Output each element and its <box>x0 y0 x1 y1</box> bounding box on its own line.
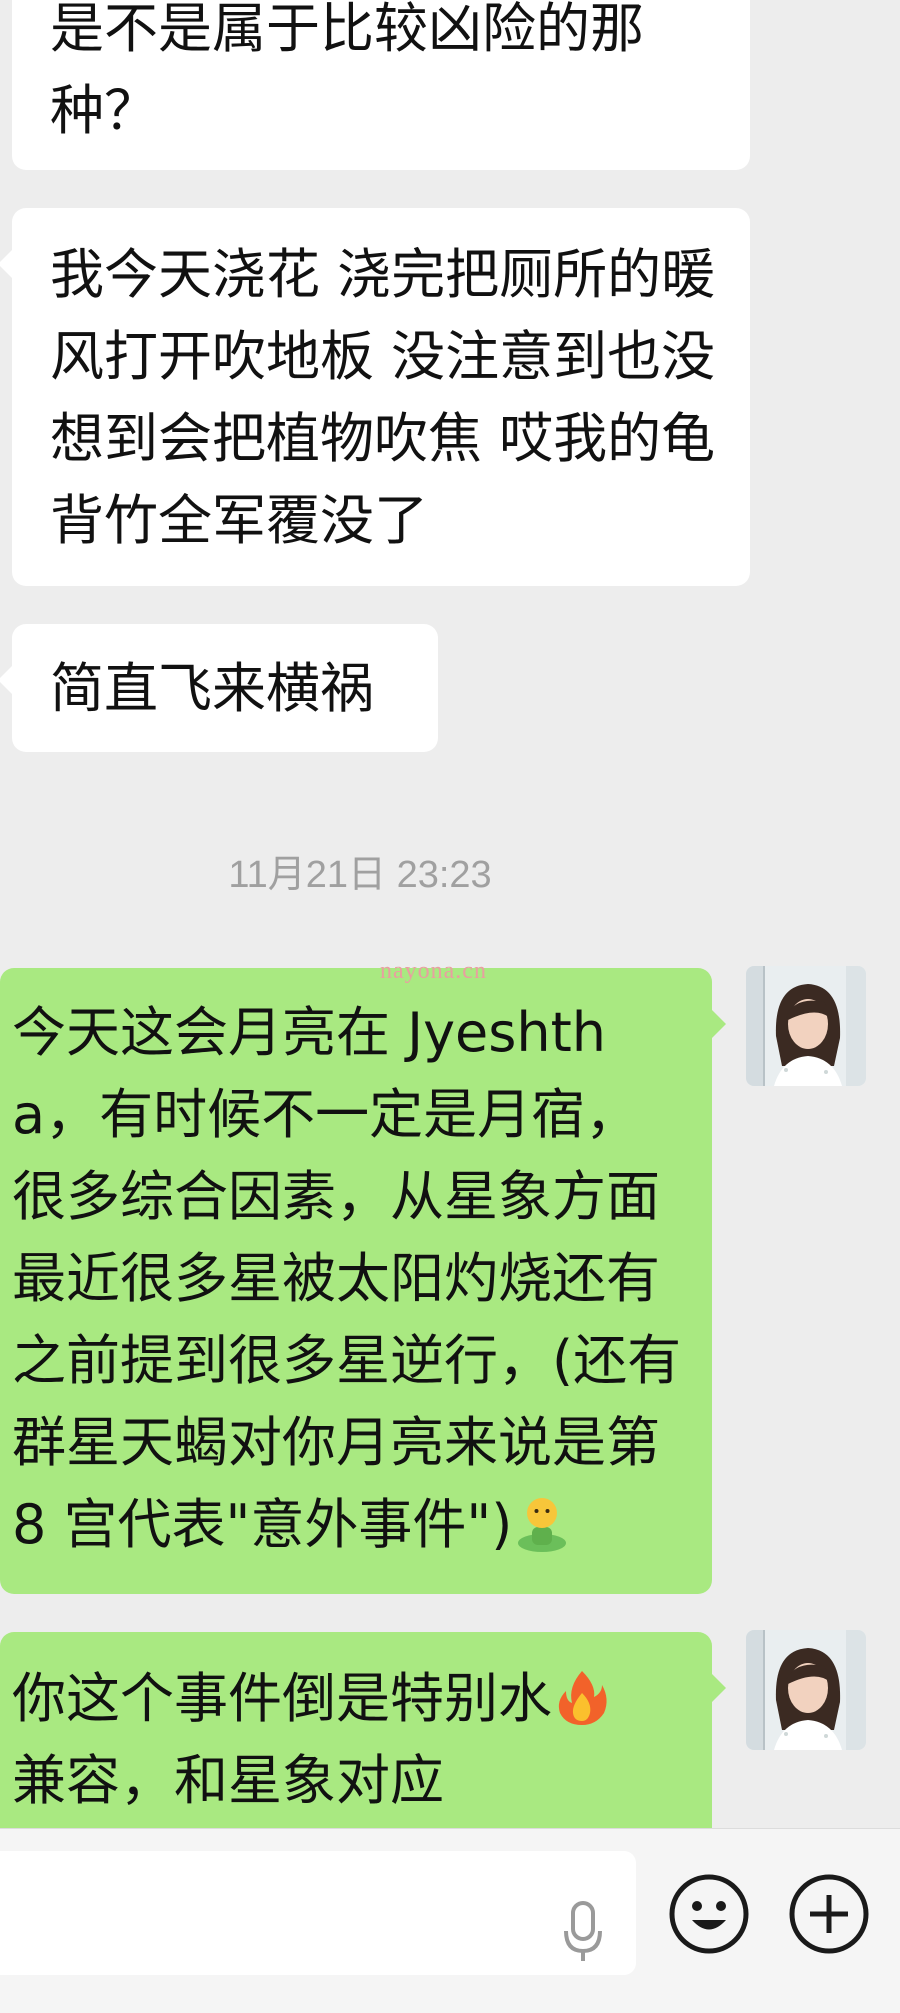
outgoing-message[interactable]: 今天这会月亮在 Jyeshtha，有时候不一定是月宿，很多综合因素，从星象方面最… <box>0 968 726 1594</box>
chat-message-list[interactable]: 是不是属于比较凶险的那种？ 我今天浇花 浇完把厕所的暖风打开吹地板 没注意到也没… <box>0 0 900 1828</box>
message-text: 兼容，和星象对应 <box>12 1749 444 1812</box>
plus-circle-icon[interactable] <box>788 1873 870 1955</box>
microphone-icon[interactable] <box>558 1891 608 1971</box>
incoming-message[interactable]: 我今天浇花 浇完把厕所的暖风打开吹地板 没注意到也没想到会把植物吹焦 哎我的龟背… <box>0 208 750 586</box>
smiley-face-icon[interactable] <box>668 1873 750 1955</box>
message-timestamp: 11月21日 23:23 <box>228 854 492 896</box>
fire-emoji-icon <box>552 1667 612 1727</box>
user-avatar[interactable] <box>746 1630 866 1750</box>
chat-input-bar <box>0 1828 900 2013</box>
outgoing-message[interactable]: 你这个事件倒是特别水 兼容，和星象对应 <box>0 1632 726 1828</box>
message-text: 今天这会月亮在 Jyeshtha，有时候不一定是月宿，很多综合因素，从星象方面最… <box>12 1001 682 1556</box>
incoming-message[interactable]: 简直飞来横祸 <box>0 624 438 752</box>
incoming-message[interactable]: 是不是属于比较凶险的那种？ <box>12 0 750 170</box>
message-text: 你这个事件倒是特别水 <box>12 1667 552 1730</box>
message-text: 我今天浇花 浇完把厕所的暖风打开吹地板 没注意到也没想到会把植物吹焦 哎我的龟背… <box>50 243 716 552</box>
message-input[interactable] <box>0 1851 636 1975</box>
standing-person-emoji-icon <box>512 1493 572 1553</box>
watermark-text: nayona.cn <box>380 958 487 984</box>
message-text: 是不是属于比较凶险的那种？ <box>50 0 644 142</box>
user-avatar[interactable] <box>746 966 866 1086</box>
message-text: 简直飞来横祸 <box>50 657 374 720</box>
